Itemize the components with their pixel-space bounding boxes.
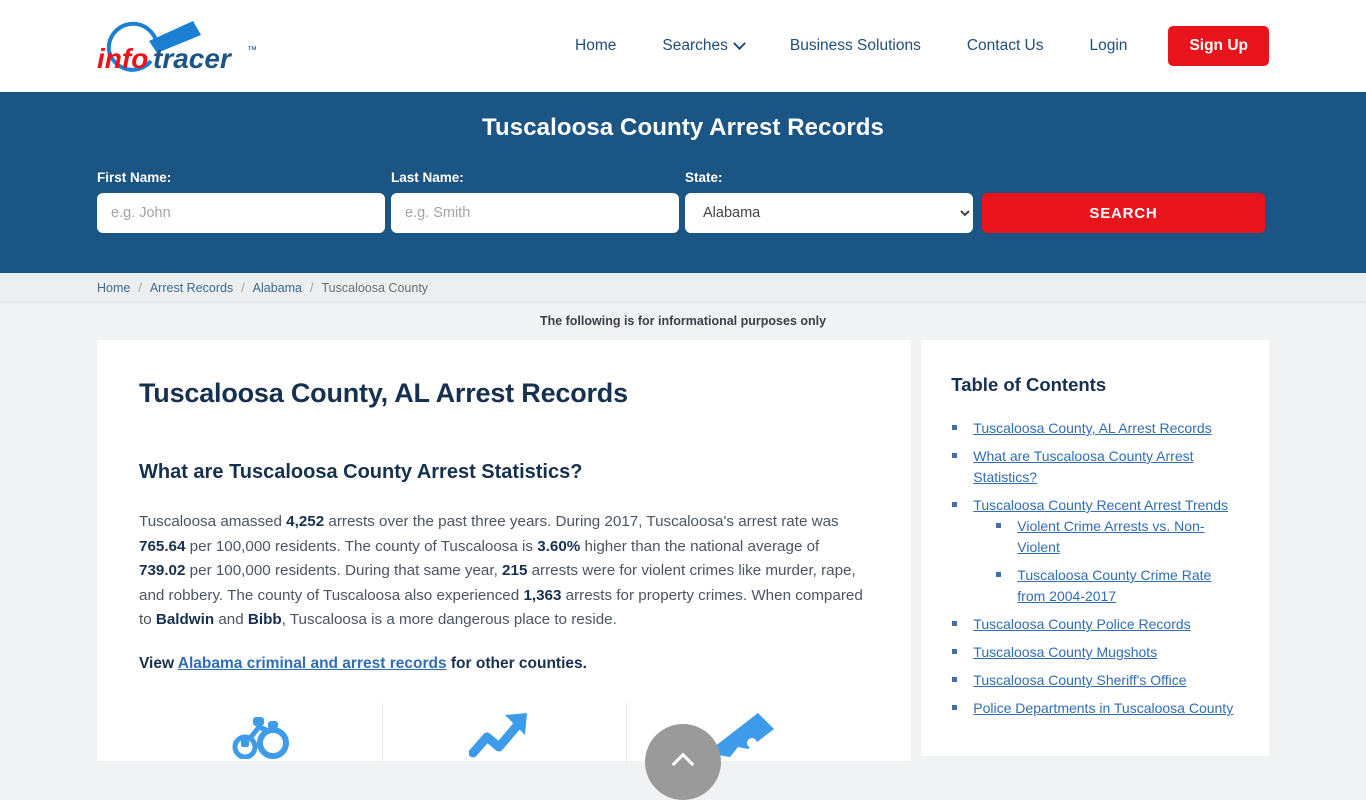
toc-link-mugshots[interactable]: Tuscaloosa County Mugshots (973, 644, 1157, 660)
para-text: , Tuscaloosa is a more dangerous place t… (281, 611, 617, 628)
toc-link-police-records[interactable]: Tuscaloosa County Police Records (973, 616, 1190, 632)
view-other-counties-line: View Alabama criminal and arrest records… (139, 655, 869, 673)
county-baldwin: Baldwin (155, 611, 215, 628)
toc-item[interactable]: Tuscaloosa County, AL Arrest Records (951, 418, 1239, 439)
search-band-title: Tuscaloosa County Arrest Records (482, 114, 884, 141)
sign-up-button[interactable]: Sign Up (1168, 26, 1269, 66)
state-field-group: State: Alabama (685, 170, 973, 233)
nav-item-contact-us[interactable]: Contact Us (944, 37, 1067, 55)
breadcrumb-separator: / (241, 280, 245, 295)
nav-label: Login (1089, 37, 1128, 54)
infotracer-logo[interactable]: info tracer ™ (97, 15, 267, 77)
arrest-statistics-paragraph: Tuscaloosa amassed 4,252 arrests over th… (139, 510, 869, 633)
para-text: higher than the national average of (580, 537, 820, 555)
site-header: info tracer ™ Home Searches Business Sol… (0, 0, 1366, 92)
toc-title: Table of Contents (951, 374, 1107, 395)
first-name-label: First Name: (97, 170, 172, 185)
alabama-records-link[interactable]: Alabama criminal and arrest records (178, 655, 447, 672)
search-band: Tuscaloosa County Arrest Records First N… (0, 92, 1366, 273)
scroll-to-top-button[interactable] (645, 724, 721, 800)
last-name-input[interactable] (391, 193, 679, 233)
para-text: per 100,000 residents. The county of Tus… (185, 537, 538, 555)
breadcrumb-item-alabama[interactable]: Alabama (253, 281, 302, 295)
search-form: First Name: Last Name: State: Alabama SE… (97, 170, 1269, 233)
nav-item-login[interactable]: Login (1067, 37, 1151, 55)
page-title: Tuscaloosa County, AL Arrest Records (139, 378, 628, 408)
toc-link-violent-vs-nonviolent[interactable]: Violent Crime Arrests vs. Non-Violent (1017, 518, 1204, 555)
trend-up-arrow-icon (469, 712, 528, 757)
nav-label: Home (575, 37, 617, 54)
stat-national-average: 739.02 (139, 562, 186, 579)
handcuffs-icon (232, 716, 290, 759)
stat-violent-arrests: 215 (502, 562, 528, 579)
toc-item[interactable]: Tuscaloosa County Recent Arrest Trends V… (951, 495, 1239, 607)
toc-item[interactable]: What are Tuscaloosa County Arrest Statis… (951, 446, 1239, 488)
nav-item-home[interactable]: Home (552, 37, 639, 55)
stat-property-arrests: 1,363 (523, 586, 562, 604)
chevron-up-icon (671, 752, 695, 776)
first-name-input[interactable] (97, 193, 385, 233)
toc-item[interactable]: Police Departments in Tuscaloosa County (951, 698, 1239, 719)
toc-link-sheriffs-office[interactable]: Tuscaloosa County Sheriff's Office (973, 672, 1186, 688)
feature-icon-strip (139, 702, 869, 761)
para-text: and (214, 611, 248, 628)
breadcrumb-separator: / (138, 280, 142, 295)
stat-arrest-rate: 765.64 (139, 537, 186, 555)
svg-text:info: info (97, 43, 148, 74)
informational-notice: The following is for informational purpo… (0, 303, 1366, 340)
nav-item-searches[interactable]: Searches (639, 36, 766, 55)
county-bibb: Bibb (247, 611, 282, 628)
svg-text:tracer: tracer (153, 43, 233, 74)
toc-item[interactable]: Tuscaloosa County Mugshots (951, 642, 1239, 663)
nav-label: Searches (662, 37, 728, 54)
toc-item[interactable]: Tuscaloosa County Sheriff's Office (951, 670, 1239, 691)
nav-label: Business Solutions (789, 37, 921, 54)
toc-link-crime-rate-2004-2017[interactable]: Tuscaloosa County Crime Rate from 2004-2… (1017, 567, 1211, 604)
chevron-down-icon (732, 36, 746, 50)
stat-total-arrests: 4,252 (286, 513, 325, 530)
nav-item-business-solutions[interactable]: Business Solutions (767, 37, 944, 55)
content-wrapper: Tuscaloosa County, AL Arrest Records Wha… (0, 340, 1366, 761)
first-name-field-group: First Name: (97, 170, 385, 233)
toc-subitem[interactable]: Violent Crime Arrests vs. Non-Violent (995, 516, 1239, 558)
breadcrumb-separator: / (310, 280, 314, 295)
toc-list: Tuscaloosa County, AL Arrest Records Wha… (951, 418, 1239, 719)
nav-label: Contact Us (966, 37, 1044, 54)
para-text: Tuscaloosa amassed (139, 513, 287, 530)
icon-column-trend (383, 702, 627, 761)
toc-link-police-departments[interactable]: Police Departments in Tuscaloosa County (973, 700, 1233, 716)
toc-item[interactable]: Tuscaloosa County Police Records (951, 614, 1239, 635)
view-suffix: for other counties. (446, 654, 587, 672)
logo-graphic: info tracer ™ (97, 21, 257, 74)
breadcrumb: Home / Arrest Records / Alabama / Tuscal… (0, 273, 1366, 303)
icon-column-handcuffs (139, 702, 383, 761)
pistol-icon (713, 712, 774, 757)
section-title-arrest-statistics: What are Tuscaloosa County Arrest Statis… (139, 461, 583, 483)
para-text: per 100,000 residents. During that same … (185, 562, 503, 579)
toc-sublist: Violent Crime Arrests vs. Non-Violent Tu… (973, 516, 1239, 607)
search-button[interactable]: SEARCH (982, 193, 1265, 233)
last-name-field-group: Last Name: (391, 170, 679, 233)
main-content-card: Tuscaloosa County, AL Arrest Records Wha… (97, 340, 912, 761)
table-of-contents-card: Table of Contents Tuscaloosa County, AL … (921, 340, 1269, 756)
toc-subitem[interactable]: Tuscaloosa County Crime Rate from 2004-2… (995, 565, 1239, 607)
breadcrumb-item-arrest-records[interactable]: Arrest Records (150, 281, 233, 295)
breadcrumb-item-tuscaloosa-county: Tuscaloosa County (321, 280, 429, 295)
stat-percent-higher: 3.60% (537, 537, 581, 555)
last-name-label: Last Name: (391, 170, 464, 185)
state-label: State: (685, 170, 723, 185)
view-prefix: View (139, 654, 178, 672)
para-text: arrests over the past three years. Durin… (324, 513, 839, 530)
toc-link-arrest-statistics[interactable]: What are Tuscaloosa County Arrest Statis… (973, 448, 1193, 485)
main-navigation: Home Searches Business Solutions Contact… (552, 26, 1269, 66)
toc-link-recent-arrest-trends[interactable]: Tuscaloosa County Recent Arrest Trends (973, 497, 1228, 513)
breadcrumb-item-home[interactable]: Home (97, 281, 130, 295)
toc-link-arrest-records[interactable]: Tuscaloosa County, AL Arrest Records (973, 420, 1211, 436)
svg-text:™: ™ (247, 45, 257, 56)
state-select[interactable]: Alabama (685, 193, 973, 233)
